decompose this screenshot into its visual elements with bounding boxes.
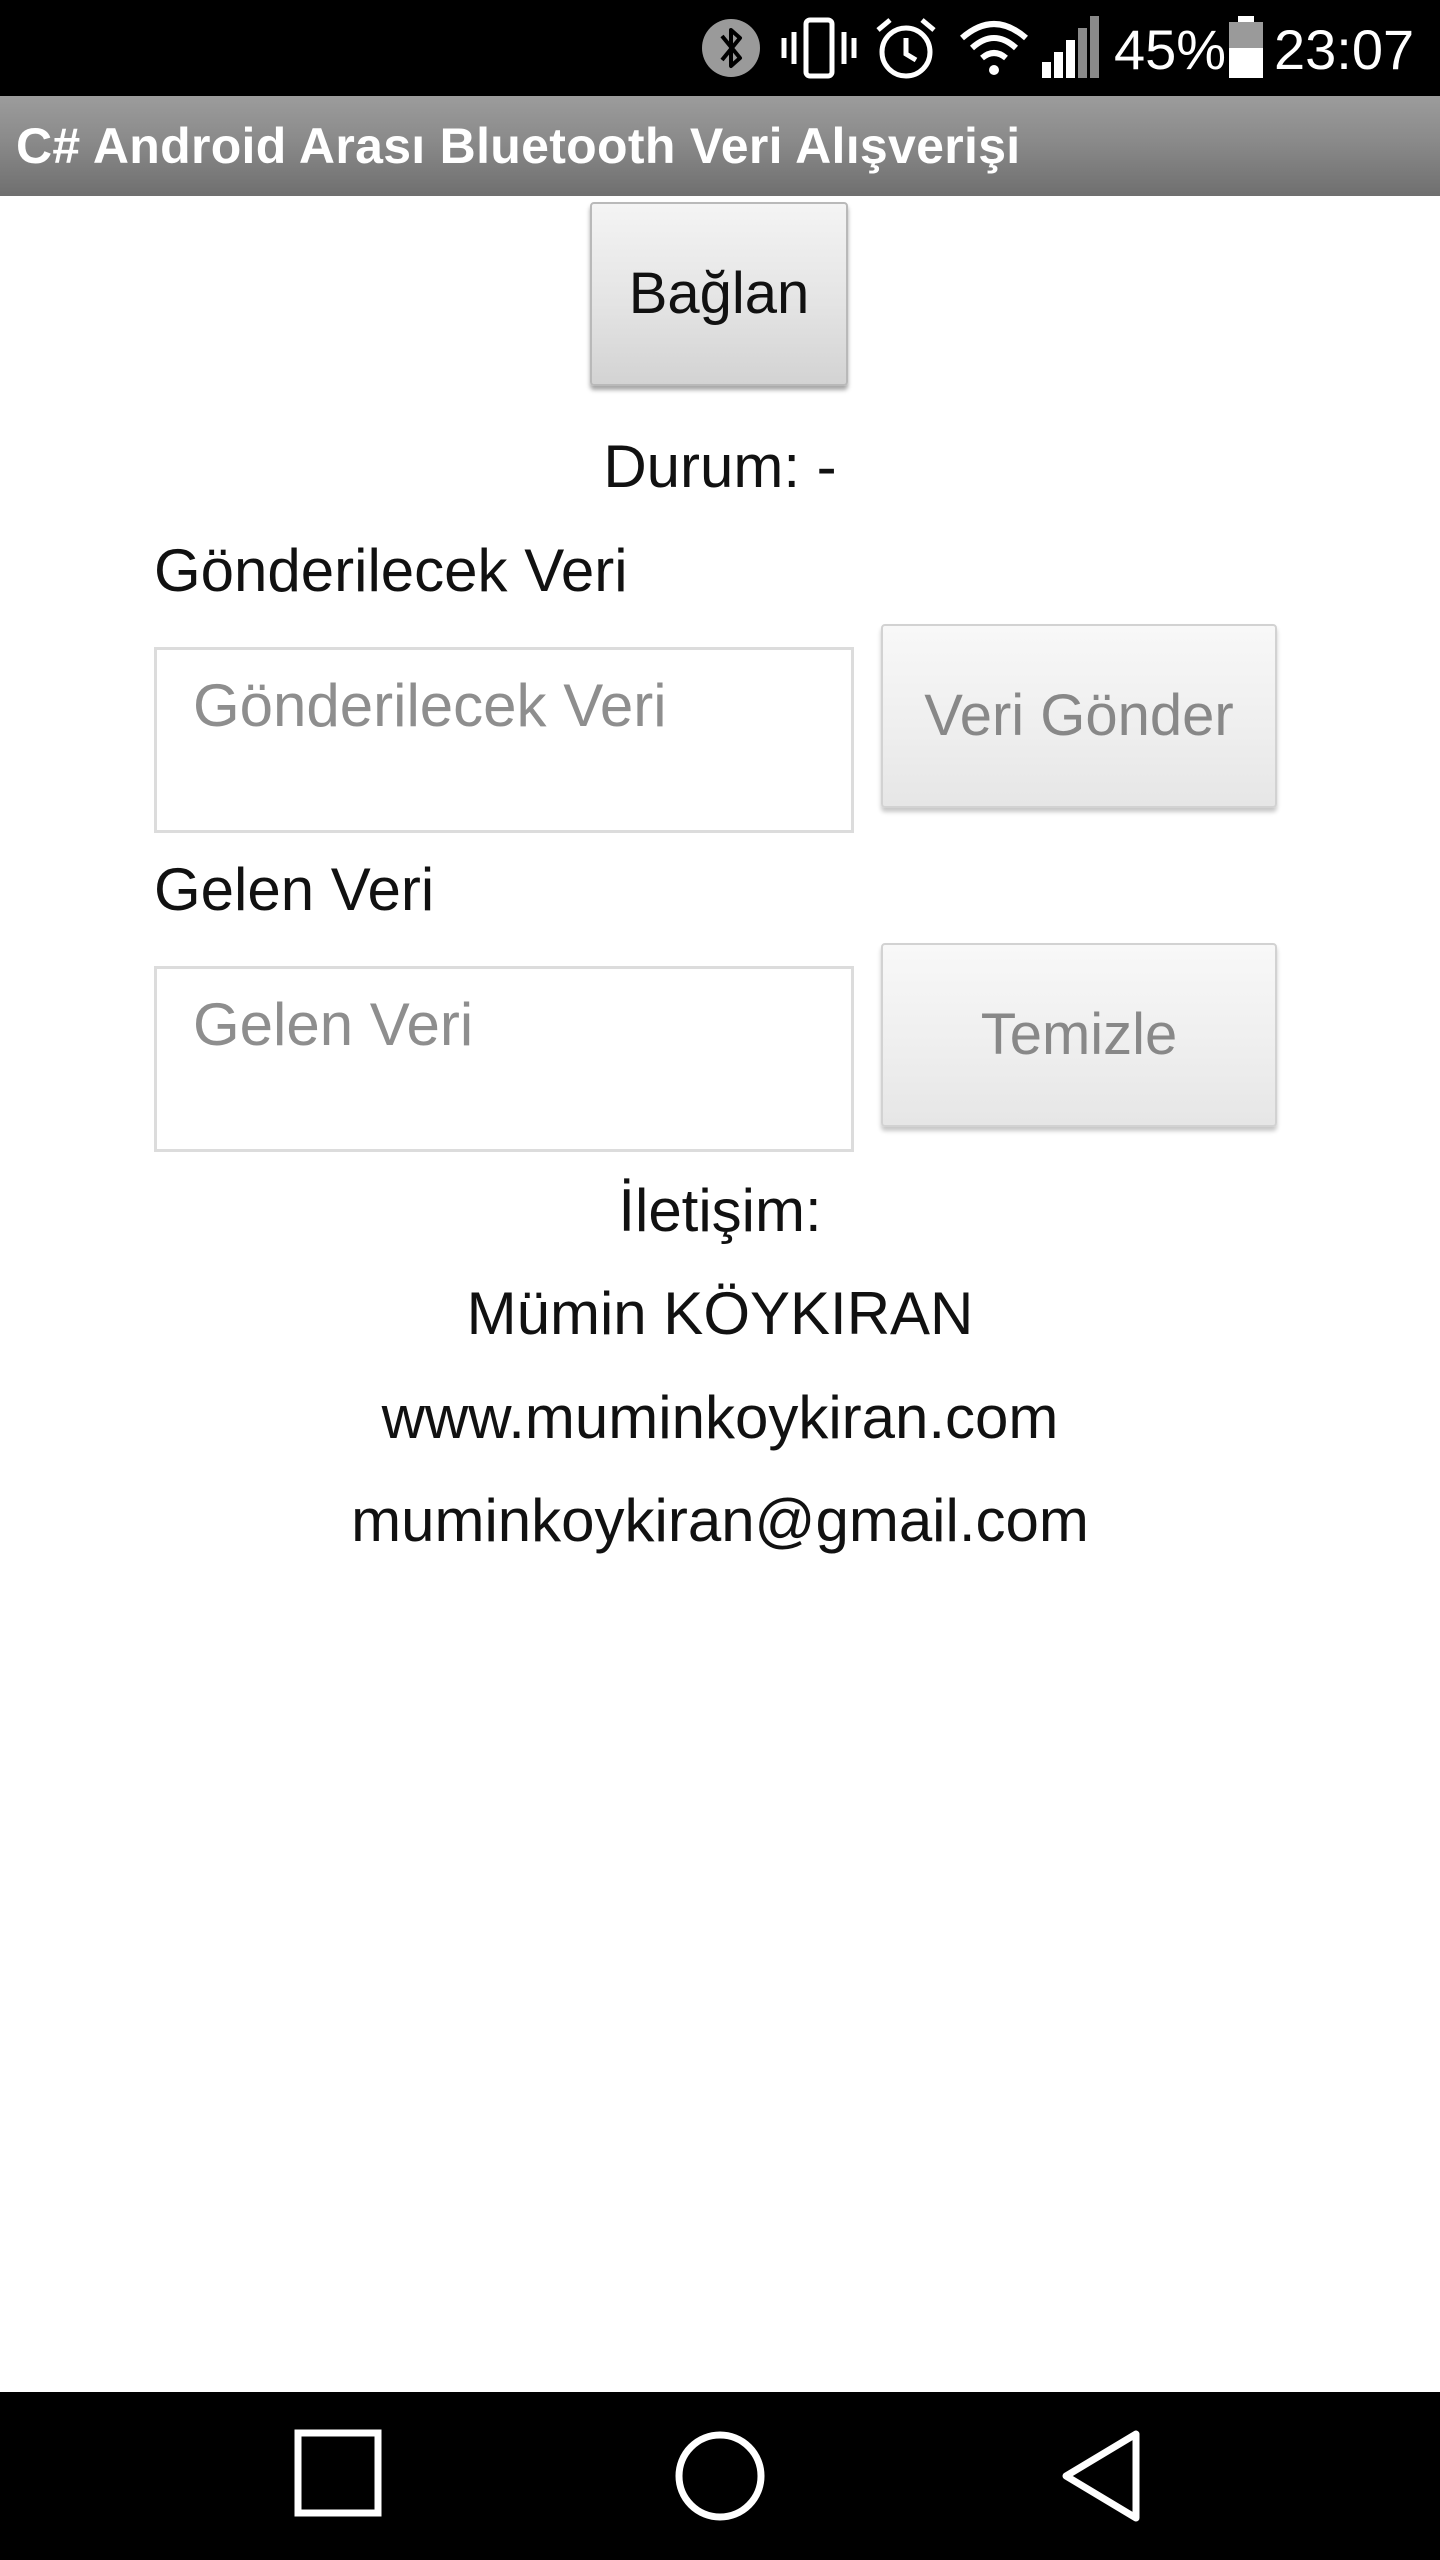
navigation-bar xyxy=(0,2392,1440,2560)
connection-status: Durum: - xyxy=(603,433,837,500)
home-icon xyxy=(675,2431,765,2521)
received-data-field xyxy=(154,966,854,1152)
contact-website: www.muminkoykiran.com xyxy=(381,1384,1059,1451)
contact-name: Mümin KÖYKIRAN xyxy=(466,1280,974,1347)
contact-email: muminkoykiran@gmail.com xyxy=(351,1487,1089,1554)
action-bar: C# Android Arası Bluetooth Veri Alışveri… xyxy=(0,96,1440,196)
received-data-label: Gelen Veri xyxy=(154,856,435,923)
send-data-field xyxy=(154,647,854,833)
vibrate-icon xyxy=(781,17,857,79)
bluetooth-icon xyxy=(702,19,760,77)
send-data-label: Gönderilecek Veri xyxy=(154,537,628,604)
home-button[interactable] xyxy=(620,2392,820,2560)
back-icon xyxy=(1062,2430,1140,2522)
received-data-input[interactable] xyxy=(157,969,851,1149)
clock: 23:07 xyxy=(1274,18,1415,81)
send-data-button[interactable]: Veri Gönder xyxy=(881,624,1277,808)
recents-button[interactable] xyxy=(238,2392,438,2560)
send-data-input[interactable] xyxy=(157,650,851,830)
app-screen: 45% 23:07 C# Android Arası Bluetooth Ver… xyxy=(0,0,1440,2560)
alarm-icon xyxy=(876,18,936,79)
recents-icon xyxy=(294,2429,382,2517)
back-button[interactable] xyxy=(1002,2392,1202,2560)
battery-icon xyxy=(1229,16,1263,78)
connect-button[interactable]: Bağlan xyxy=(590,202,848,386)
contact-heading: İletişim: xyxy=(618,1177,822,1244)
battery-percent: 45% xyxy=(1114,18,1227,81)
signal-icon xyxy=(1042,16,1099,78)
status-bar: 45% 23:07 xyxy=(0,0,1440,96)
app-title: C# Android Arası Bluetooth Veri Alışveri… xyxy=(16,118,1021,174)
wifi-icon xyxy=(960,21,1028,75)
clear-button[interactable]: Temizle xyxy=(881,943,1277,1127)
